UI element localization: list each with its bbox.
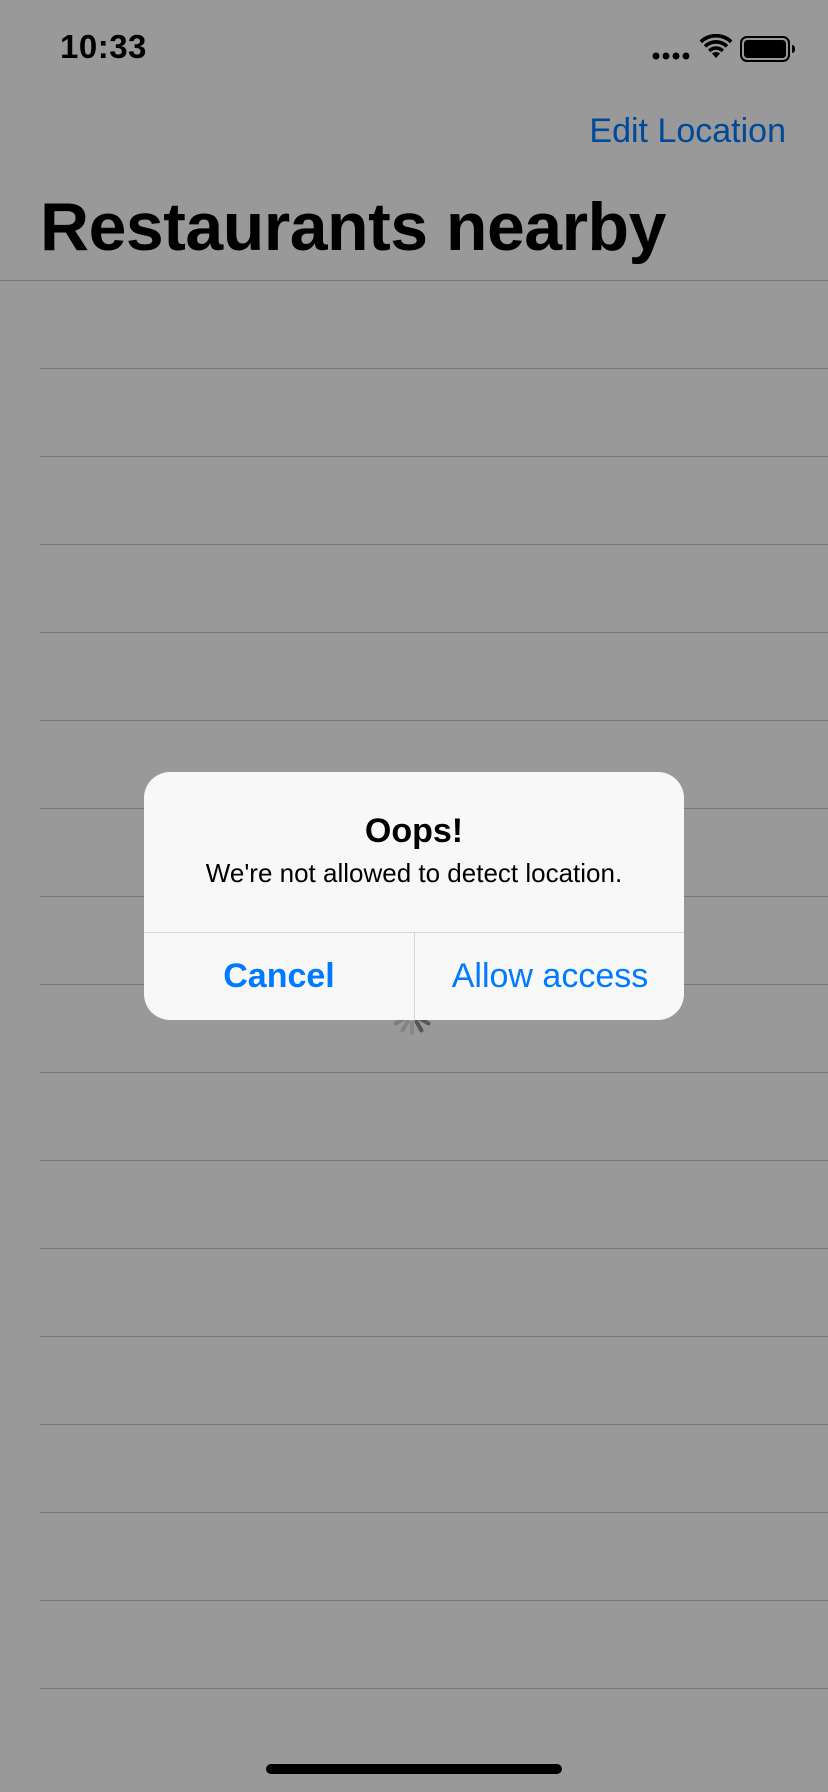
app-screen: 10:33 Edit Location Restaurants nearby O… bbox=[0, 0, 828, 1792]
allow-access-button[interactable]: Allow access bbox=[415, 933, 684, 1020]
home-indicator[interactable] bbox=[266, 1764, 562, 1774]
cancel-button[interactable]: Cancel bbox=[144, 933, 414, 1020]
alert-message: We're not allowed to detect location. bbox=[205, 858, 623, 888]
alert-dialog: Oops! We're not allowed to detect locati… bbox=[144, 772, 684, 1020]
alert-title: Oops! bbox=[364, 812, 464, 850]
